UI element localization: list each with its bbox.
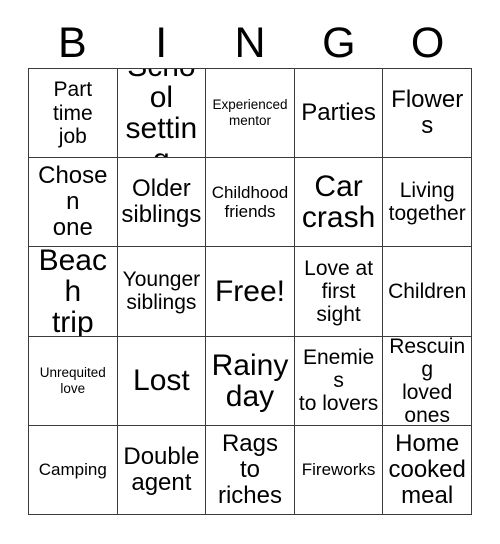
bingo-cell[interactable]: Chosen one	[29, 158, 118, 248]
bingo-cell[interactable]: Beach trip	[29, 247, 118, 337]
bingo-cell-label: Childhood friends	[211, 182, 289, 222]
bingo-cell[interactable]: Rags to riches	[206, 425, 295, 515]
bingo-cell[interactable]: Rainy day	[206, 336, 295, 426]
bingo-cell[interactable]: Double agent	[117, 425, 207, 515]
bingo-cell-label: Rags to riches	[217, 430, 282, 509]
bingo-cell-label: Lost	[133, 364, 190, 398]
bingo-cell-label: Fireworks	[301, 460, 376, 480]
bingo-cell[interactable]: Parties	[294, 69, 384, 159]
bingo-cell-label: Chosen one	[38, 162, 108, 242]
bingo-cell-label: Double agent	[123, 442, 200, 496]
bingo-header-letter-n: N	[234, 18, 266, 67]
bingo-cell[interactable]: Childhood friends	[206, 158, 295, 248]
bingo-cell-label: Part time job	[52, 78, 93, 148]
bingo-header-letter-b: B	[58, 18, 87, 67]
bingo-cell[interactable]: Unrequited love	[29, 336, 118, 426]
bingo-cell-label: Living together	[388, 179, 466, 226]
bingo-cell[interactable]: Car crash	[294, 158, 384, 248]
bingo-cell-label: Enemies to lovers	[298, 346, 379, 416]
bingo-cell-label: Camping	[38, 460, 107, 480]
bingo-cell[interactable]: Part time job	[29, 69, 118, 159]
bingo-cell[interactable]: Older siblings	[117, 158, 207, 248]
bingo-cell-label: Schoolsetting	[125, 69, 198, 157]
bingo-card: B I N G O Parttimejob Schoolsetting Experience…	[0, 0, 500, 544]
bingo-cell[interactable]: Enemies to lovers	[294, 336, 384, 426]
bingo-cell-label: Experienced mentor	[212, 97, 288, 129]
bingo-cell[interactable]: Schoolsetting	[117, 69, 207, 159]
bingo-cell[interactable]: Rescuing loved ones	[383, 336, 472, 426]
bingo-cell[interactable]: Younger siblings	[117, 247, 207, 337]
bingo-cell[interactable]: Fireworks	[294, 425, 384, 515]
bingo-cell[interactable]: Children	[383, 247, 472, 337]
bingo-cell[interactable]: Camping	[29, 425, 118, 515]
bingo-cell-label: Unrequited love	[39, 364, 106, 396]
bingo-cell[interactable]: Lost	[117, 336, 207, 426]
bingo-header-letter-g: G	[322, 18, 356, 67]
bingo-cell[interactable]: Flowers	[383, 69, 472, 159]
bingo-header-letter-i: I	[155, 18, 168, 67]
bingo-cell-label: Parties	[301, 99, 376, 127]
bingo-grid: Parttimejob Schoolsetting Experiencedmento…	[28, 68, 472, 515]
bingo-cell-label: Rainy day	[211, 348, 289, 413]
bingo-cell[interactable]: Home cooked meal	[383, 425, 472, 515]
bingo-header-row: BINGO	[28, 18, 472, 68]
bingo-cell-label: Rescuing loved ones	[389, 336, 466, 426]
bingo-cell[interactable]: Experienced mentor	[206, 69, 295, 159]
bingo-cell-label: Car crash	[301, 170, 376, 235]
bingo-cell-label: Beach trip	[38, 247, 107, 337]
bingo-cell-label: Love at first sight	[304, 256, 374, 327]
bingo-cell-label: Free!	[214, 274, 285, 308]
bingo-cell-label: Children	[388, 279, 467, 303]
bingo-cell-label: Younger siblings	[122, 268, 201, 315]
bingo-cell-label: Home cooked meal	[388, 430, 466, 509]
bingo-cell-label: Older siblings	[121, 175, 202, 229]
bingo-header-letter-o: O	[410, 18, 445, 67]
bingo-cell-label: Flowers	[391, 86, 464, 140]
bingo-cell[interactable]: Free!	[206, 247, 295, 337]
bingo-cell[interactable]: Living together	[383, 158, 472, 248]
bingo-cell[interactable]: Love at first sight	[294, 247, 384, 337]
